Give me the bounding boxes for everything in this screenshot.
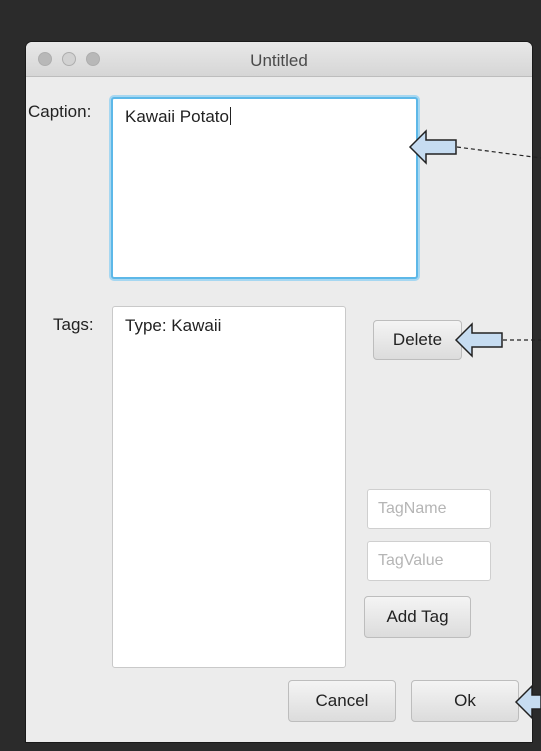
delete-pointer-arrow-icon <box>454 322 541 358</box>
ok-pointer-arrow-icon <box>514 684 541 720</box>
caption-pointer-arrow-icon <box>408 129 541 165</box>
annotation-overlay <box>408 129 541 720</box>
screenshot-stage: Untitled Caption: Kawaii Potato Tags: Ty… <box>0 0 541 751</box>
